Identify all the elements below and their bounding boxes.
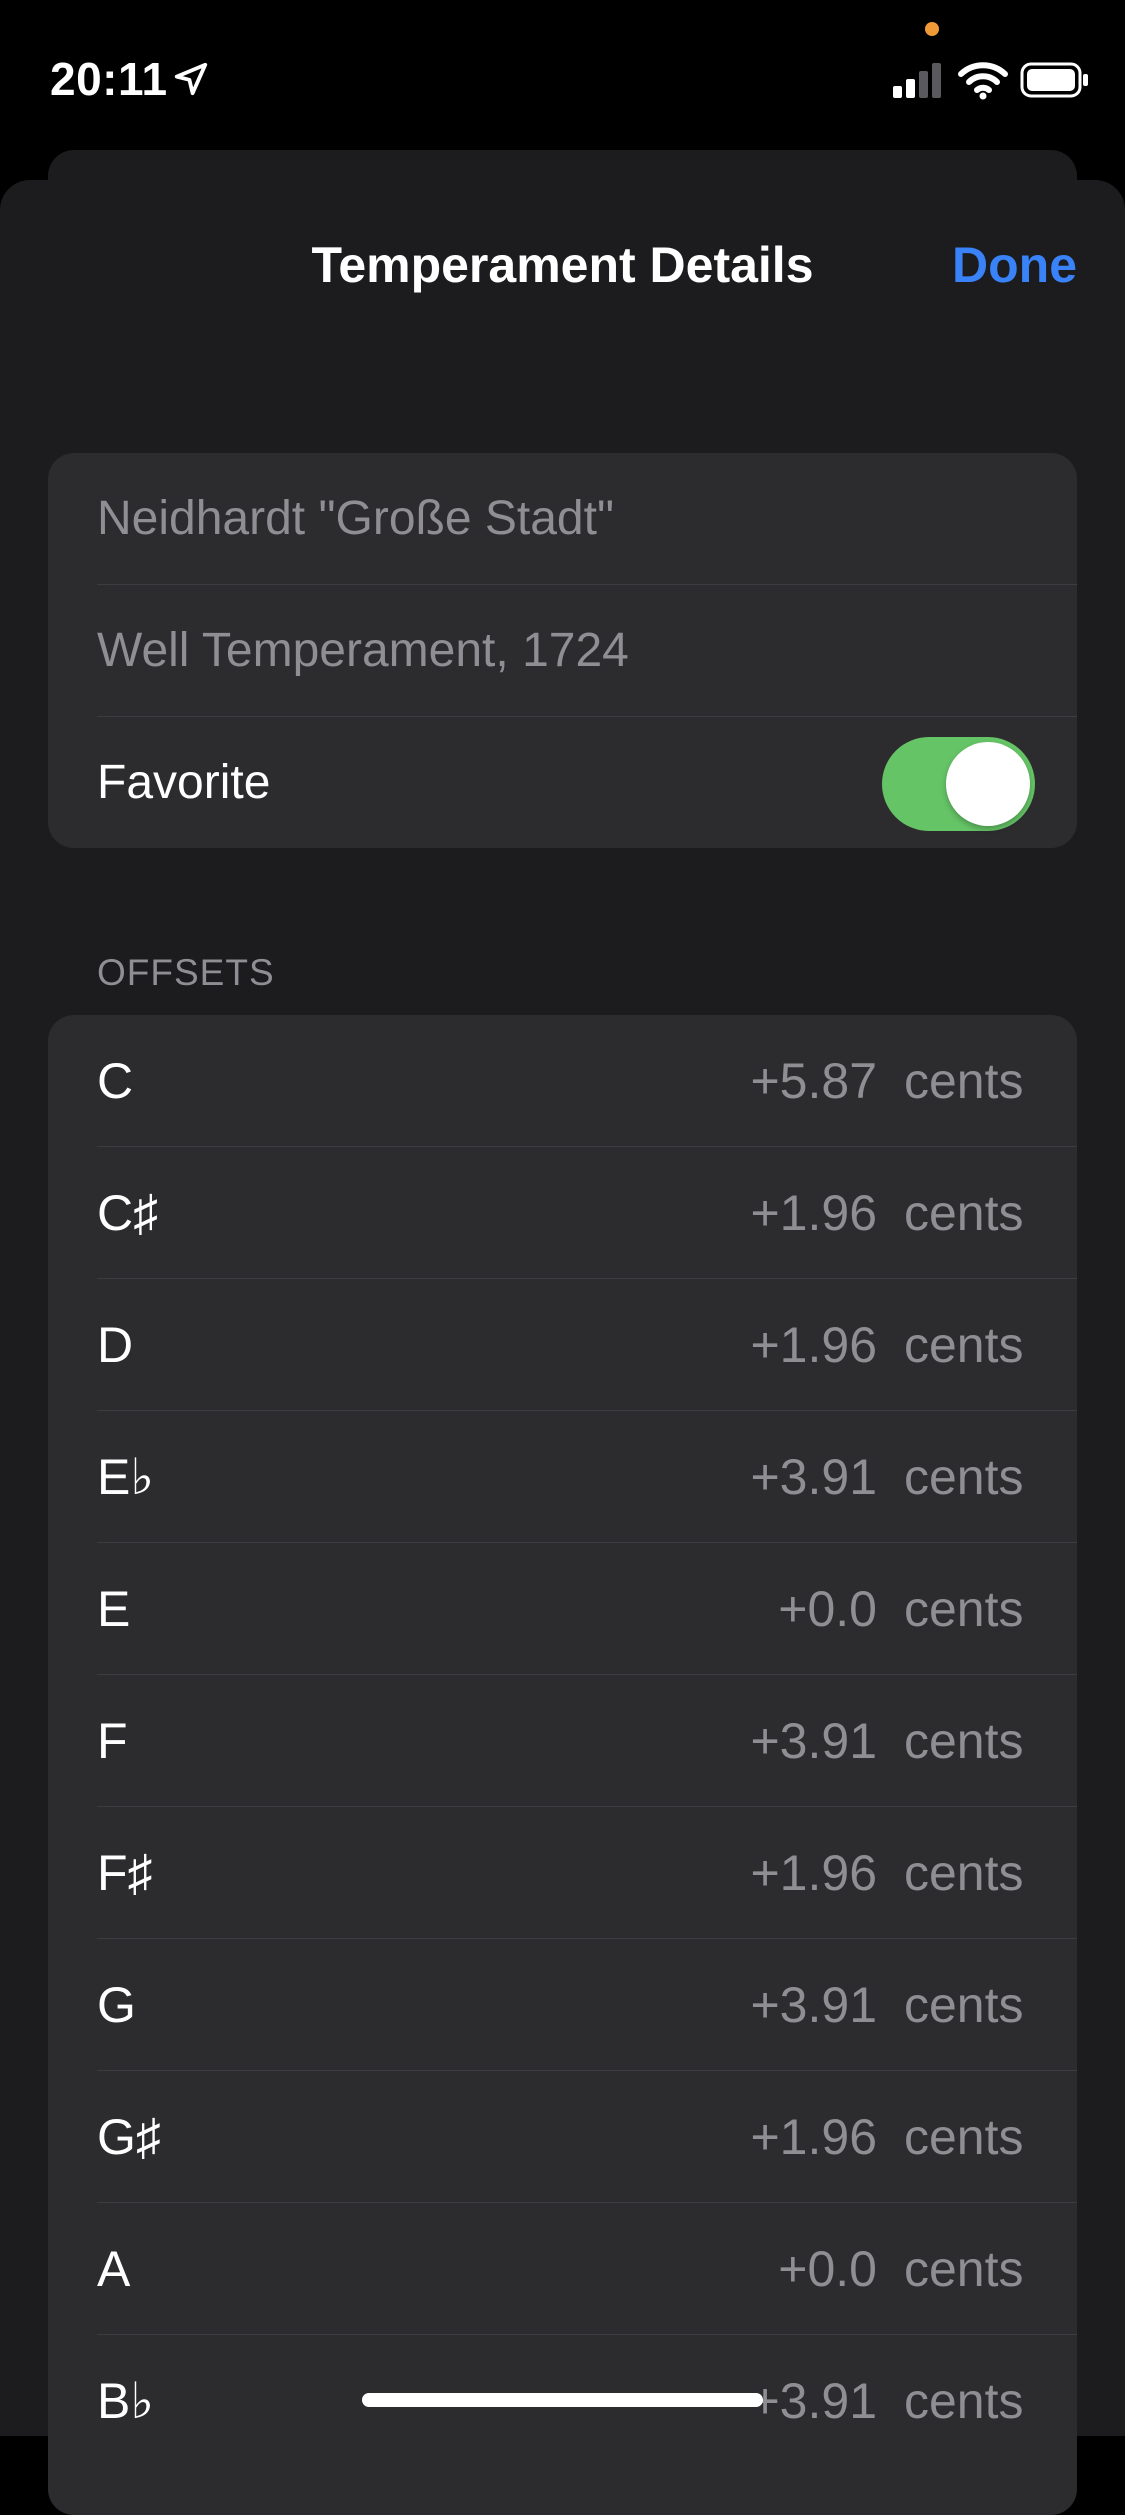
offset-value[interactable]: +3.91 (750, 1411, 877, 1543)
offset-row[interactable]: E +0.0 cents (48, 1543, 1077, 1675)
status-time: 20:11 (50, 53, 168, 105)
status-bar: 20:11 (0, 0, 1125, 150)
offset-value[interactable]: +5.87 (750, 1015, 877, 1147)
offset-row[interactable]: C +5.87 cents (48, 1015, 1077, 1147)
description-field[interactable]: Well Temperament, 1724 (97, 585, 629, 717)
offset-row[interactable]: G♯ +1.96 cents (48, 2071, 1077, 2203)
note-name: F♯ (97, 1845, 153, 1901)
note-name: C (97, 1053, 134, 1109)
offset-value[interactable]: +3.91 (750, 1675, 877, 1807)
offset-value[interactable]: +3.91 (750, 2335, 877, 2467)
details-group: Neidhardt "Große Stadt" Well Temperament… (48, 453, 1077, 848)
offset-value[interactable]: +1.96 (750, 2071, 877, 2203)
description-row[interactable]: Well Temperament, 1724 (48, 585, 1077, 717)
toggle-knob (946, 742, 1030, 826)
name-field[interactable]: Neidhardt "Große Stadt" (97, 453, 614, 585)
offset-unit: cents (904, 2109, 1024, 2165)
offset-row[interactable]: D +1.96 cents (48, 1279, 1077, 1411)
offset-unit: cents (904, 1581, 1024, 1637)
offset-value[interactable]: +1.96 (750, 1147, 877, 1279)
offsets-section-header: OFFSETS (97, 952, 275, 993)
offset-row[interactable]: A +0.0 cents (48, 2203, 1077, 2335)
note-name: F (97, 1713, 128, 1769)
signal-icon (893, 63, 941, 98)
privacy-indicator-dot (925, 22, 939, 36)
note-name: G♯ (97, 2109, 161, 2165)
offset-unit: cents (904, 1053, 1024, 1109)
offset-row[interactable]: C♯ +1.96 cents (48, 1147, 1077, 1279)
note-name: B♭ (97, 2373, 154, 2429)
offset-value[interactable]: +0.0 (778, 1543, 877, 1675)
offset-value[interactable]: +0.0 (778, 2203, 877, 2335)
home-indicator[interactable] (362, 2393, 763, 2407)
note-name: E♭ (97, 1449, 154, 1505)
offset-value[interactable]: +1.96 (750, 1807, 877, 1939)
favorite-row: Favorite (48, 717, 1077, 848)
offset-unit: cents (904, 1449, 1024, 1505)
note-name: C♯ (97, 1185, 159, 1241)
name-row[interactable]: Neidhardt "Große Stadt" (48, 453, 1077, 585)
offset-unit: cents (904, 2241, 1024, 2297)
location-arrow-icon (174, 62, 208, 96)
offset-value[interactable]: +1.96 (750, 1279, 877, 1411)
offset-unit: cents (904, 1185, 1024, 1241)
offset-row[interactable]: F♯ +1.96 cents (48, 1807, 1077, 1939)
temperament-details-sheet: Temperament Details Done Neidhardt "Groß… (0, 180, 1125, 2515)
wifi-icon (958, 62, 1008, 100)
offset-row[interactable]: G +3.91 cents (48, 1939, 1077, 2071)
note-name: G (97, 1977, 136, 2033)
offset-unit: cents (904, 1317, 1024, 1373)
offset-value[interactable]: +3.91 (750, 1939, 877, 2071)
offset-row[interactable]: F +3.91 cents (48, 1675, 1077, 1807)
offset-unit: cents (904, 2373, 1024, 2429)
favorite-toggle[interactable] (882, 737, 1035, 831)
offset-unit: cents (904, 1845, 1024, 1901)
note-name: A (97, 2241, 131, 2297)
offsets-group: C +5.87 cents C♯ +1.96 cents D +1.96 cen… (48, 1015, 1077, 2515)
offset-row[interactable]: E♭ +3.91 cents (48, 1411, 1077, 1543)
note-name: D (97, 1317, 134, 1373)
offset-unit: cents (904, 1977, 1024, 2033)
offset-unit: cents (904, 1713, 1024, 1769)
note-name: E (97, 1581, 131, 1637)
battery-icon (1020, 62, 1088, 98)
done-button[interactable]: Done (952, 236, 1077, 294)
favorite-label: Favorite (97, 756, 271, 809)
